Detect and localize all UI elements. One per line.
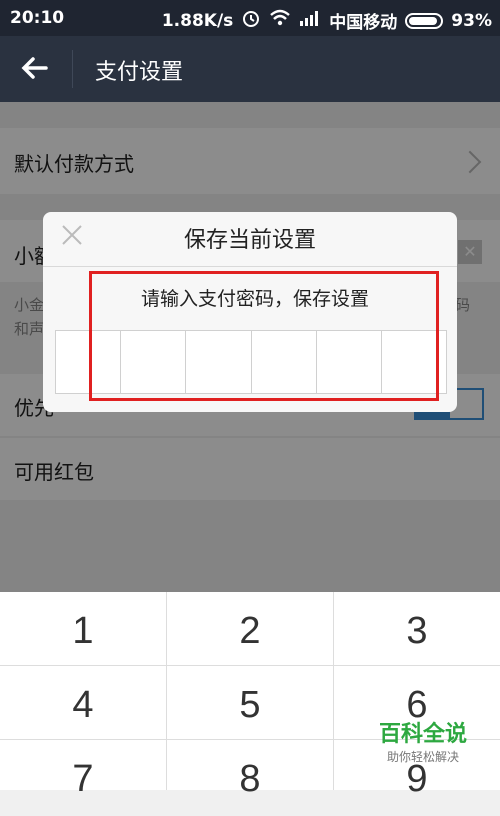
highlight-box — [89, 271, 439, 401]
carrier-name: 中国移动 — [329, 13, 398, 33]
key-7[interactable]: 7 — [0, 742, 166, 816]
battery-icon — [405, 12, 444, 29]
arrow-left-icon[interactable] — [18, 51, 52, 85]
wifi-icon — [269, 9, 291, 32]
app-bar-divider — [72, 50, 73, 88]
key-8[interactable]: 8 — [167, 742, 333, 816]
watermark-brand: 百科全说 — [378, 722, 467, 747]
watermark-tagline: 助你轻松解决 — [386, 750, 459, 764]
dialog-divider — [43, 266, 457, 267]
status-right: 1.88K/s 中国移动 93% — [162, 8, 492, 33]
status-bar: 20:10 1.88K/s 中国移动 93% — [0, 0, 500, 36]
page-title: 支付设置 — [95, 60, 184, 85]
dialog-title: 保存当前设置 — [183, 228, 316, 253]
app-bar: 支付设置 — [0, 36, 500, 102]
key-4[interactable]: 4 — [0, 668, 166, 742]
watermark-logo: 百科全说 助你轻松解决 — [358, 716, 488, 764]
key-1[interactable]: 1 — [0, 594, 166, 668]
status-time: 20:10 — [10, 8, 65, 28]
alarm-icon — [241, 8, 261, 33]
network-speed: 1.88K/s — [161, 10, 234, 31]
key-5[interactable]: 5 — [167, 668, 333, 742]
key-3[interactable]: 3 — [334, 594, 500, 668]
signal-icon — [299, 10, 321, 31]
key-2[interactable]: 2 — [167, 594, 333, 668]
battery-percent: 93% — [451, 10, 492, 31]
